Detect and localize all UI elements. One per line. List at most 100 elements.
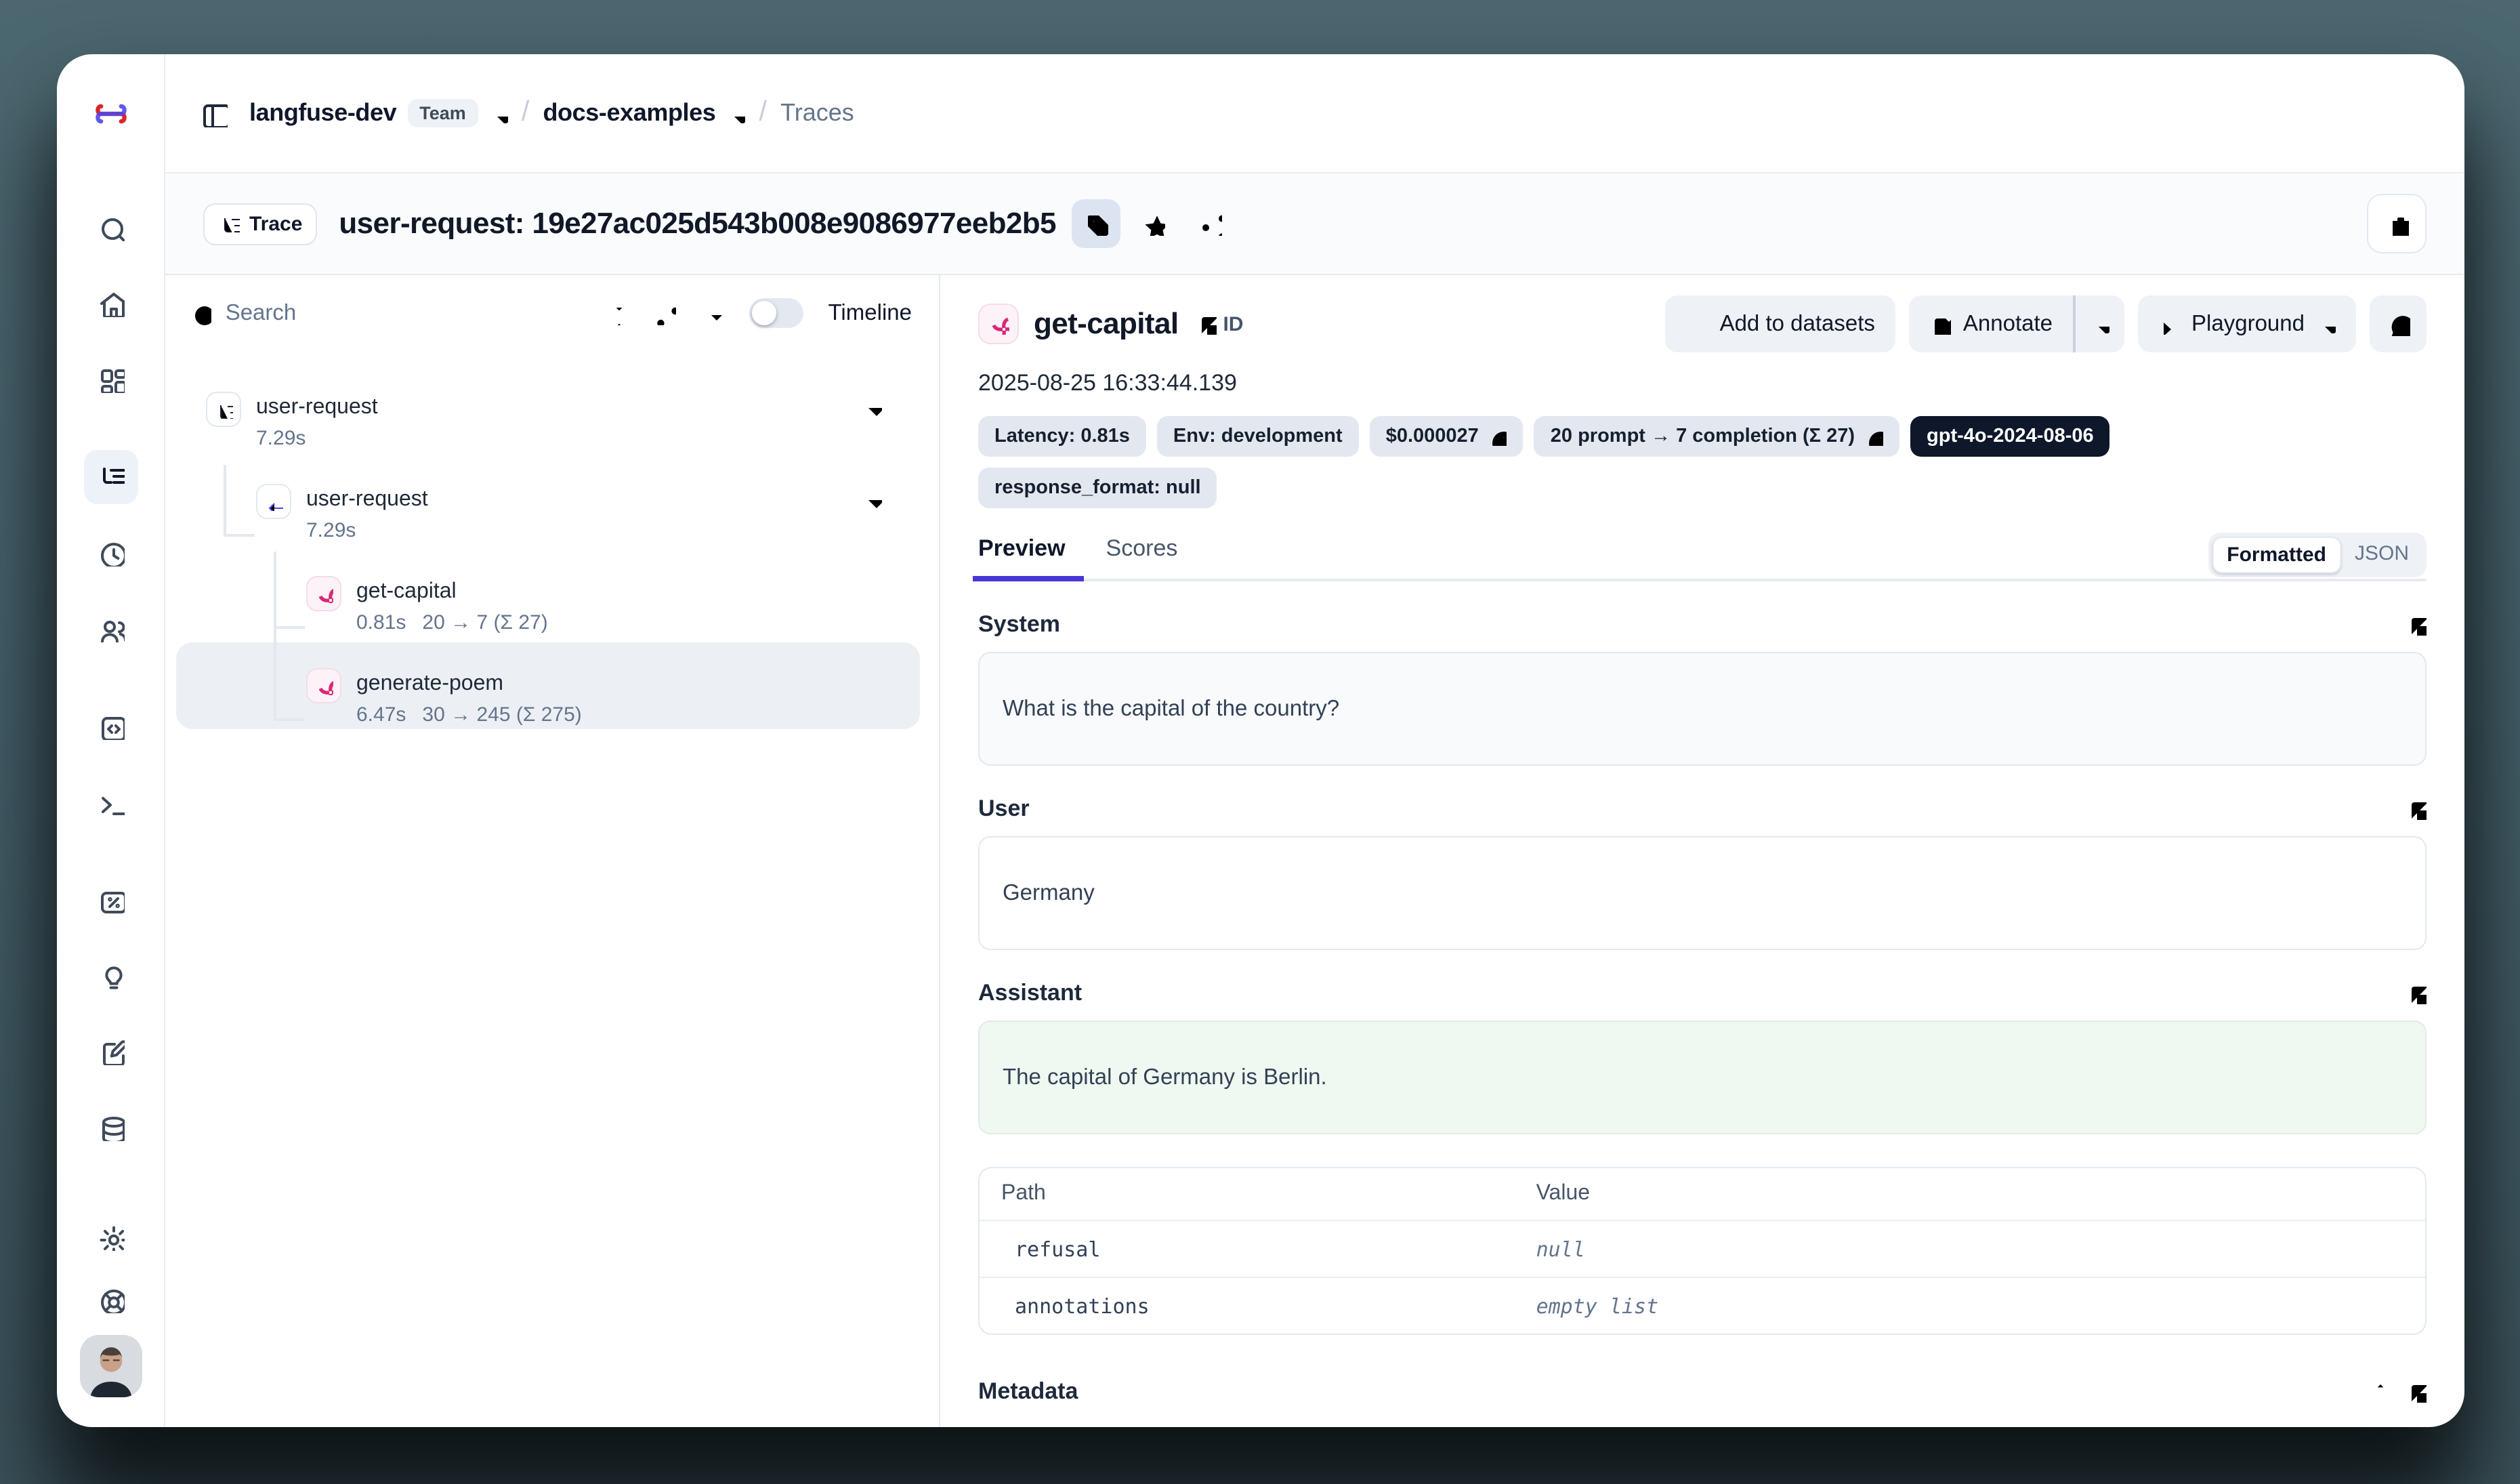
- project-name: langfuse-dev: [249, 99, 396, 127]
- message-bubble-icon: [2386, 312, 2410, 336]
- users-icon[interactable]: [83, 602, 138, 656]
- value-cell: empty list: [1515, 1294, 2425, 1318]
- tab-preview[interactable]: Preview: [978, 533, 1066, 579]
- insights-lightbulb-icon[interactable]: [83, 949, 138, 1003]
- copy-icon[interactable]: [2405, 614, 2427, 636]
- trace-title: user-request: 19e27ac025d543b008e9086977…: [339, 206, 1056, 241]
- info-icon: [1488, 427, 1507, 446]
- node-label: user-request: [256, 392, 378, 424]
- collapse-chevron-icon[interactable]: [860, 488, 882, 510]
- evals-percent-icon[interactable]: [83, 873, 138, 927]
- annotate-dropdown-chevron[interactable]: [2075, 295, 2124, 352]
- tree-node-generation-selected[interactable]: get-capital 0.81s20 → 7 (Σ 27): [184, 576, 917, 649]
- response-format-badge: response_format: null: [978, 468, 1217, 508]
- annotate-split-button: Annotate: [1909, 295, 2124, 352]
- timeline-toggle[interactable]: [750, 298, 804, 328]
- trace-node-icon: [206, 392, 241, 427]
- node-label: generate-poem: [356, 668, 582, 701]
- breadcrumb-env-selector[interactable]: docs-examples: [543, 99, 745, 127]
- copy-id-button[interactable]: ID: [1194, 312, 1243, 335]
- tree-controls: Timeline: [165, 275, 939, 351]
- comment-button[interactable]: [2370, 295, 2427, 352]
- plus-icon: [1686, 313, 1708, 335]
- view-formatted[interactable]: Formatted: [2212, 537, 2341, 573]
- node-tokens: 20 → 7 (Σ 27): [422, 609, 547, 638]
- star-icon[interactable]: [1129, 199, 1178, 248]
- datasets-database-icon[interactable]: [83, 1100, 138, 1155]
- prompts-file-code-icon[interactable]: [83, 699, 138, 754]
- cost-badge[interactable]: $0.000027: [1370, 416, 1524, 457]
- trace-badge-label: Trace: [249, 212, 302, 235]
- user-avatar[interactable]: [79, 1335, 142, 1397]
- col-path: Path: [980, 1182, 1515, 1206]
- badges-row-1: Latency: 0.81s Env: development $0.00002…: [978, 416, 2427, 457]
- copy-icon[interactable]: [2405, 1381, 2427, 1403]
- env-badge: Env: development: [1157, 416, 1359, 457]
- trash-icon[interactable]: [2367, 194, 2427, 253]
- col-value: Value: [1515, 1182, 2425, 1206]
- fold-vertical-icon[interactable]: [604, 301, 628, 325]
- value-cell: null: [1515, 1237, 2425, 1261]
- tag-icon[interactable]: [1072, 199, 1121, 248]
- annotate-button[interactable]: Annotate: [1909, 295, 2073, 352]
- assistant-message: The capital of Germany is Berlin.: [978, 1021, 2427, 1134]
- add-to-datasets-button[interactable]: Add to datasets: [1666, 295, 1895, 352]
- user-section-header: User: [978, 796, 2427, 823]
- detail-tabs: Preview Scores Formatted JSON: [978, 533, 2427, 581]
- path-value-table: Path Value refusal null annotations empt…: [978, 1167, 2427, 1335]
- copy-icon[interactable]: [2405, 983, 2427, 1004]
- share-icon[interactable]: [1186, 199, 1235, 248]
- stage: langfuse-dev Team / docs-examples / Trac…: [0, 0, 2520, 1484]
- playground-button[interactable]: Playground: [2137, 295, 2356, 352]
- breadcrumb-page[interactable]: Traces: [780, 99, 854, 127]
- tokens-badge[interactable]: 20 prompt → 7 completion (Σ 27): [1534, 416, 1899, 457]
- filter-sliders-icon[interactable]: [652, 301, 677, 325]
- system-section-header: System: [978, 611, 2427, 638]
- trace-header-bar: Trace user-request: 19e27ac025d543b008e9…: [165, 173, 2464, 275]
- search-input[interactable]: [226, 300, 579, 326]
- tree-node-span[interactable]: user-request 7.29s: [184, 484, 917, 557]
- info-icon: [1864, 427, 1883, 446]
- tree-search[interactable]: [190, 300, 579, 326]
- support-lifebuoy-icon[interactable]: [83, 1273, 138, 1327]
- table-header-row: Path Value: [980, 1168, 2425, 1220]
- unfold-vertical-icon[interactable]: [2364, 1381, 2386, 1403]
- playground-terminal-icon[interactable]: [83, 775, 138, 829]
- copy-icon[interactable]: [2405, 798, 2427, 820]
- breadcrumb: langfuse-dev Team / docs-examples / Trac…: [249, 97, 854, 129]
- download-icon[interactable]: [701, 301, 726, 325]
- node-duration: 7.29s: [256, 424, 306, 454]
- main-column: langfuse-dev Team / docs-examples / Trac…: [165, 54, 2464, 1427]
- path-cell: refusal: [980, 1237, 1515, 1261]
- badges-row-2: response_format: null: [978, 468, 2427, 508]
- tab-scores[interactable]: Scores: [1106, 533, 1178, 579]
- trace-tree: user-request 7.29s user-request 7.29s: [165, 351, 939, 741]
- breadcrumb-project-selector[interactable]: langfuse-dev Team: [249, 99, 508, 127]
- generation-icon: [978, 304, 1019, 344]
- chevron-down-icon: [2317, 314, 2336, 333]
- node-duration: 0.81s: [356, 609, 406, 638]
- tree-node-generation[interactable]: generate-poem 6.47s30 → 245 (Σ 275): [184, 668, 917, 741]
- org-role-badge: Team: [407, 99, 478, 127]
- collapse-chevron-icon[interactable]: [860, 396, 882, 417]
- tree-node-trace[interactable]: user-request 7.29s: [184, 392, 917, 465]
- breadcrumb-slash: /: [522, 96, 530, 128]
- view-json[interactable]: JSON: [2341, 537, 2422, 573]
- annotation-file-pen-icon[interactable]: [83, 1025, 138, 1079]
- chevron-down-icon: [489, 104, 508, 123]
- panel-left-toggle-icon[interactable]: [201, 100, 228, 127]
- sidebar-item-traces[interactable]: [83, 450, 138, 504]
- generation-node-icon: [306, 576, 341, 611]
- langfuse-logo: [94, 54, 127, 173]
- sessions-clock-icon[interactable]: [83, 526, 138, 580]
- dashboard-icon[interactable]: [83, 352, 138, 407]
- node-label: user-request: [306, 484, 428, 516]
- metadata-section-header: Metadata: [978, 1378, 2427, 1405]
- home-icon[interactable]: [83, 276, 138, 331]
- latency-badge: Latency: 0.81s: [978, 416, 1146, 457]
- search-icon[interactable]: [83, 201, 138, 255]
- observation-detail-panel: get-capital ID Add to datasets: [940, 275, 2464, 1427]
- square-pen-icon: [1929, 313, 1951, 335]
- settings-gear-icon[interactable]: [83, 1210, 138, 1264]
- model-badge[interactable]: gpt-4o-2024-08-06: [1910, 416, 2110, 457]
